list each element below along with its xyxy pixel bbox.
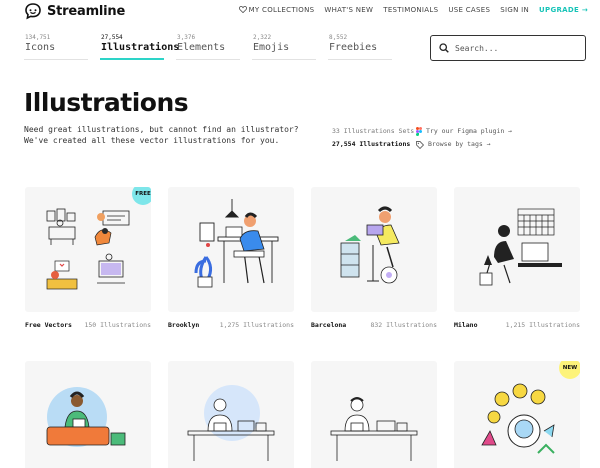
top-nav: MY COLLECTIONS WHAT'S NEW TESTIMONIALS U… <box>238 6 588 14</box>
set-name: Free Vectors <box>25 321 72 329</box>
category-tabs: 134,751 Icons 27,554 Illustrations 3,376… <box>24 34 392 60</box>
nav-testimonials[interactable]: TESTIMONIALS <box>383 6 438 14</box>
tab-count: 3,376 <box>177 34 196 41</box>
tab-emojis[interactable]: 2,322 Emojis <box>252 34 316 60</box>
logo-text: Streamline <box>47 3 126 19</box>
illustration-set-card[interactable] <box>311 187 437 312</box>
set-name: Barcelona <box>311 321 347 329</box>
heart-icon <box>238 6 247 13</box>
tag-icon <box>416 140 424 149</box>
search-box[interactable] <box>430 35 586 61</box>
figma-plugin-label: Try our Figma plugin → <box>426 127 513 135</box>
illustration-set-card[interactable]: NEW <box>454 361 580 468</box>
tab-label: Emojis <box>253 42 290 53</box>
tab-count: 8,552 <box>329 34 348 41</box>
nav-upgrade[interactable]: UPGRADE → <box>539 6 588 14</box>
card-caption: Barcelona 832 Illustrations <box>311 321 437 329</box>
set-count: 1,275 Illustrations <box>219 321 294 329</box>
free-vectors-illustration <box>46 208 130 290</box>
tab-label: Icons <box>25 42 56 53</box>
top-bar: Streamline MY COLLECTIONS WHAT'S NEW TES… <box>0 0 600 24</box>
card-caption: Milano 1,215 Illustrations <box>454 321 580 329</box>
tab-count: 27,554 <box>101 34 123 41</box>
set-illustration <box>481 383 555 454</box>
card-caption: Brooklyn 1,275 Illustrations <box>168 321 294 329</box>
set-illustration <box>330 397 418 461</box>
helper-links: Try our Figma plugin → Browse by tags → <box>416 125 512 151</box>
streamline-logo-icon <box>25 3 41 20</box>
free-badge: FREE <box>132 187 151 205</box>
set-name: Brooklyn <box>168 321 200 329</box>
milano-illustration <box>479 208 562 286</box>
tab-count: 2,322 <box>253 34 272 41</box>
browse-tags-label: Browse by tags → <box>428 140 491 148</box>
page-title: Illustrations <box>24 88 189 117</box>
tab-label: Freebies <box>329 42 378 53</box>
tab-freebies[interactable]: 8,552 Freebies <box>328 34 392 60</box>
tab-illustrations[interactable]: 27,554 Illustrations <box>100 34 179 60</box>
search-input[interactable] <box>455 43 575 53</box>
card-caption: Free Vectors 150 Illustrations <box>25 321 151 329</box>
browse-tags-link[interactable]: Browse by tags → <box>416 138 512 151</box>
new-badge: NEW <box>559 361 580 379</box>
illustration-set-card[interactable] <box>168 361 294 468</box>
nav-my-collections[interactable]: MY COLLECTIONS <box>238 6 315 14</box>
figma-plugin-link[interactable]: Try our Figma plugin → <box>416 125 512 138</box>
set-illustration <box>46 387 126 447</box>
tab-count: 134,751 <box>25 34 51 41</box>
set-stats: 33 Illustrations Sets 27,554 Illustratio… <box>332 125 414 151</box>
set-name: Milano <box>454 321 478 329</box>
set-illustration <box>187 385 275 461</box>
nav-whats-new[interactable]: WHAT'S NEW <box>324 6 373 14</box>
nav-my-collections-label: MY COLLECTIONS <box>248 6 315 14</box>
illustration-set-card[interactable] <box>25 361 151 468</box>
set-count: 150 Illustrations <box>84 321 151 329</box>
illustrations-count: 27,554 Illustrations <box>332 140 411 148</box>
nav-sign-in[interactable]: SIGN IN <box>500 6 529 14</box>
tab-label: Illustrations <box>101 42 180 53</box>
tab-elements[interactable]: 3,376 Elements <box>176 34 240 60</box>
tab-label: Elements <box>177 42 226 53</box>
illustration-set-card[interactable] <box>311 361 437 468</box>
page-description: Need great illustrations, but cannot fin… <box>24 125 299 145</box>
logo[interactable]: Streamline <box>24 2 125 20</box>
nav-use-cases[interactable]: USE CASES <box>448 6 490 14</box>
set-count: 1,215 Illustrations <box>505 321 580 329</box>
illustration-set-card[interactable]: FREE <box>25 187 151 312</box>
tab-icons[interactable]: 134,751 Icons <box>24 34 88 60</box>
barcelona-illustration <box>340 206 400 284</box>
brooklyn-illustration <box>194 199 279 288</box>
set-count: 832 Illustrations <box>370 321 437 329</box>
figma-icon <box>416 127 422 136</box>
search-icon <box>439 43 449 53</box>
illustration-set-card[interactable] <box>454 187 580 312</box>
illustration-set-card[interactable] <box>168 187 294 312</box>
sets-count: 33 Illustrations Sets <box>332 127 415 135</box>
